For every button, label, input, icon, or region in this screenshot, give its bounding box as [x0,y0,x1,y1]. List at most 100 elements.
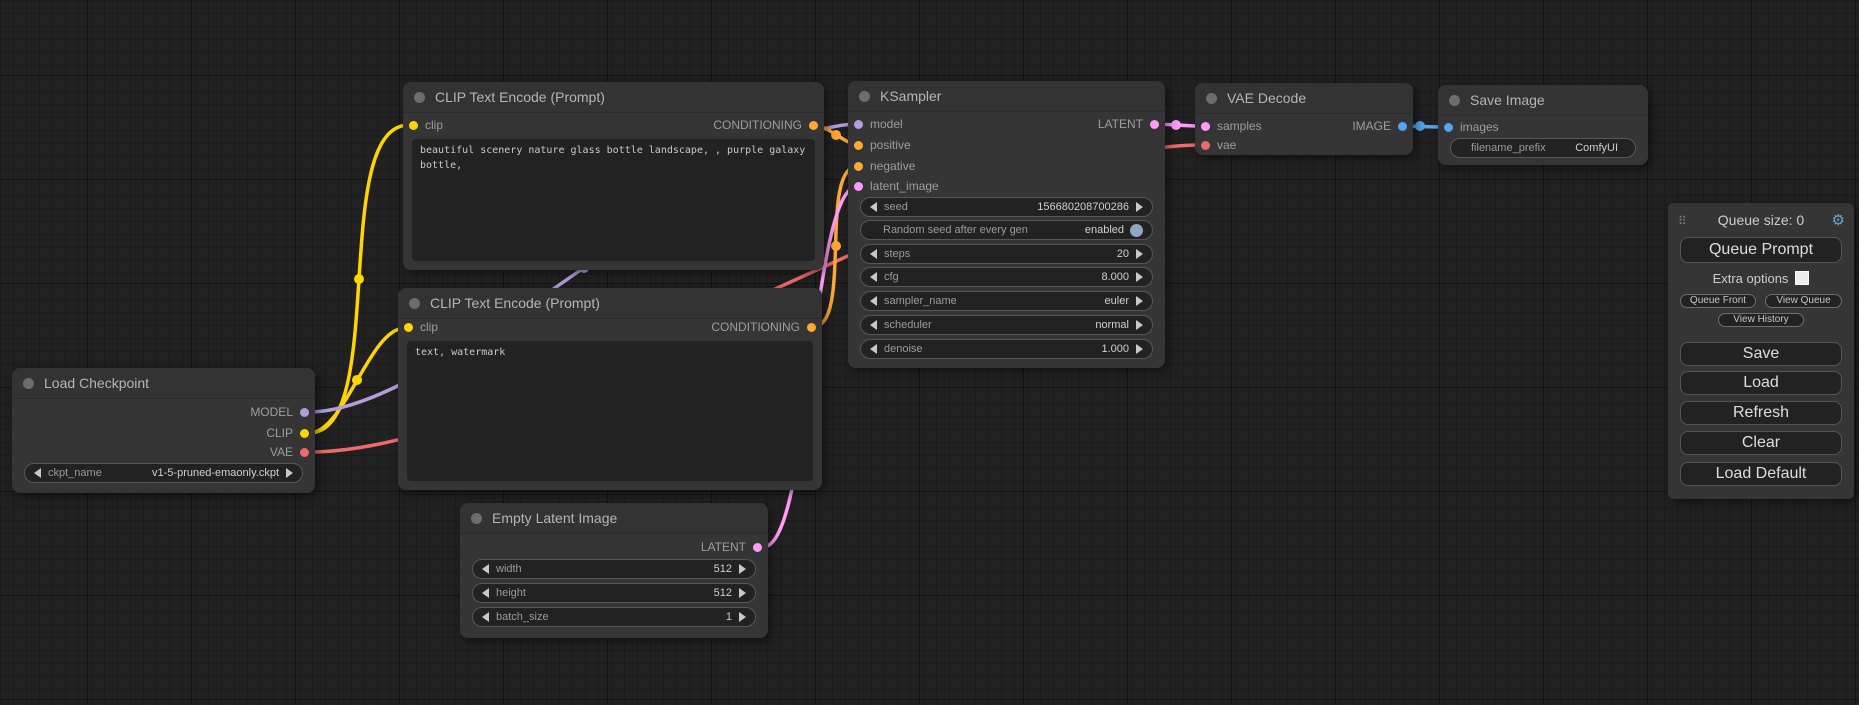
collapse-dot-icon[interactable] [414,92,425,103]
decrement-arrow-icon[interactable] [34,468,41,478]
input-images: images [1444,119,1499,135]
decrement-arrow-icon[interactable] [482,612,489,622]
negative-input-port[interactable] [854,162,863,171]
node-title-bar[interactable]: VAE Decode [1195,83,1413,114]
collapse-dot-icon[interactable] [409,298,420,309]
steps-widget[interactable]: steps 20 [860,244,1153,264]
latent-output-port[interactable] [1150,120,1159,129]
conditioning-output-port[interactable] [809,121,818,130]
increment-arrow-icon[interactable] [739,588,746,598]
negative-prompt-textarea[interactable]: text, watermark [407,341,813,481]
cfg-widget[interactable]: cfg 8.000 [860,267,1153,287]
refresh-button[interactable]: Refresh [1680,401,1842,425]
node-load-checkpoint[interactable]: Load Checkpoint MODEL CLIP VAE ckpt_name… [12,368,315,493]
decrement-arrow-icon[interactable] [870,249,877,259]
ckpt-name-widget[interactable]: ckpt_name v1-5-pruned-emaonly.ckpt [24,463,303,483]
node-clip-text-encode-negative[interactable]: CLIP Text Encode (Prompt) clip CONDITION… [398,288,822,490]
view-queue-button[interactable]: View Queue [1765,294,1842,308]
vae-output-port[interactable] [300,448,309,457]
conditioning-output-port[interactable] [807,323,816,332]
decrement-arrow-icon[interactable] [870,344,877,354]
filename-prefix-widget[interactable]: filename_prefix ComfyUI [1450,138,1636,158]
clip-input-port[interactable] [404,323,413,332]
decrement-arrow-icon[interactable] [870,296,877,306]
increment-arrow-icon[interactable] [1136,320,1143,330]
queue-front-button[interactable]: Queue Front [1680,294,1756,308]
increment-arrow-icon[interactable] [1136,296,1143,306]
save-button[interactable]: Save [1680,342,1842,366]
decrement-arrow-icon[interactable] [482,588,489,598]
batch-size-widget[interactable]: batch_size 1 [472,607,756,627]
increment-arrow-icon[interactable] [286,468,293,478]
latent-output-port[interactable] [753,543,762,552]
denoise-widget[interactable]: denoise 1.000 [860,339,1153,359]
decrement-arrow-icon[interactable] [870,272,877,282]
node-title-bar[interactable]: CLIP Text Encode (Prompt) [398,288,822,319]
samples-input-port[interactable] [1201,122,1210,131]
output-latent: LATENT [701,539,762,555]
increment-arrow-icon[interactable] [1136,272,1143,282]
increment-arrow-icon[interactable] [1136,344,1143,354]
random-seed-toggle-widget[interactable]: Random seed after every gen enabled [860,220,1153,240]
height-widget[interactable]: height 512 [472,583,756,603]
decrement-arrow-icon[interactable] [870,202,877,212]
input-clip: clip [404,319,438,335]
clip-output-port[interactable] [300,429,309,438]
increment-arrow-icon[interactable] [739,612,746,622]
node-title-bar[interactable]: CLIP Text Encode (Prompt) [403,82,824,113]
view-history-button[interactable]: View History [1718,313,1804,327]
node-title-bar[interactable]: Save Image [1438,85,1648,116]
node-title-bar[interactable]: KSampler [848,81,1165,112]
queue-prompt-button[interactable]: Queue Prompt [1680,237,1842,263]
increment-arrow-icon[interactable] [739,564,746,574]
model-input-port[interactable] [854,120,863,129]
collapse-dot-icon[interactable] [1206,93,1217,104]
node-title-bar[interactable]: Empty Latent Image [460,503,768,534]
node-ksampler[interactable]: KSampler model positive negative latent_… [848,81,1165,368]
clip-input-port[interactable] [409,121,418,130]
output-clip: CLIP [266,425,309,441]
node-title: VAE Decode [1227,90,1306,106]
node-empty-latent-image[interactable]: Empty Latent Image LATENT width 512 heig… [460,503,768,638]
collapse-dot-icon[interactable] [859,91,870,102]
positive-input-port[interactable] [854,141,863,150]
comfyui-canvas[interactable]: { "colors": { "model_port": "#B39DDB", "… [0,0,1859,705]
collapse-dot-icon[interactable] [1449,95,1460,106]
decrement-arrow-icon[interactable] [482,564,489,574]
image-output-port[interactable] [1398,122,1407,131]
decrement-arrow-icon[interactable] [870,320,877,330]
seed-widget[interactable]: seed 156680208700286 [860,197,1153,217]
clear-button[interactable]: Clear [1680,431,1842,455]
node-save-image[interactable]: Save Image images filename_prefix ComfyU… [1438,85,1648,165]
node-clip-text-encode-positive[interactable]: CLIP Text Encode (Prompt) clip CONDITION… [403,82,824,270]
vae-input-port[interactable] [1201,141,1210,150]
extra-options-checkbox[interactable] [1795,271,1809,285]
increment-arrow-icon[interactable] [1136,249,1143,259]
load-default-button[interactable]: Load Default [1680,462,1842,486]
queue-size-label: Queue size: 0 [1668,212,1854,228]
node-title: Empty Latent Image [492,510,617,526]
collapse-dot-icon[interactable] [23,378,34,389]
node-title: CLIP Text Encode (Prompt) [435,89,605,105]
input-latent-image: latent_image [854,178,939,194]
width-widget[interactable]: width 512 [472,559,756,579]
latent-input-port[interactable] [854,182,863,191]
sampler-name-widget[interactable]: sampler_name euler [860,291,1153,311]
node-title: Load Checkpoint [44,375,149,391]
input-positive: positive [854,137,911,153]
node-vae-decode[interactable]: VAE Decode samples vae IMAGE [1195,83,1413,155]
collapse-dot-icon[interactable] [471,513,482,524]
model-output-port[interactable] [300,408,309,417]
node-title-bar[interactable]: Load Checkpoint [12,368,315,399]
scheduler-widget[interactable]: scheduler normal [860,315,1153,335]
toggle-enabled-icon[interactable] [1130,224,1143,237]
positive-prompt-textarea[interactable]: beautiful scenery nature glass bottle la… [412,139,815,261]
input-clip: clip [409,117,443,133]
images-input-port[interactable] [1444,123,1453,132]
extra-options-label: Extra options [1713,271,1789,286]
input-model: model [854,116,903,132]
load-button[interactable]: Load [1680,371,1842,395]
settings-gear-icon[interactable]: ⚙ [1832,212,1845,230]
output-latent: LATENT [1098,116,1159,132]
increment-arrow-icon[interactable] [1136,202,1143,212]
